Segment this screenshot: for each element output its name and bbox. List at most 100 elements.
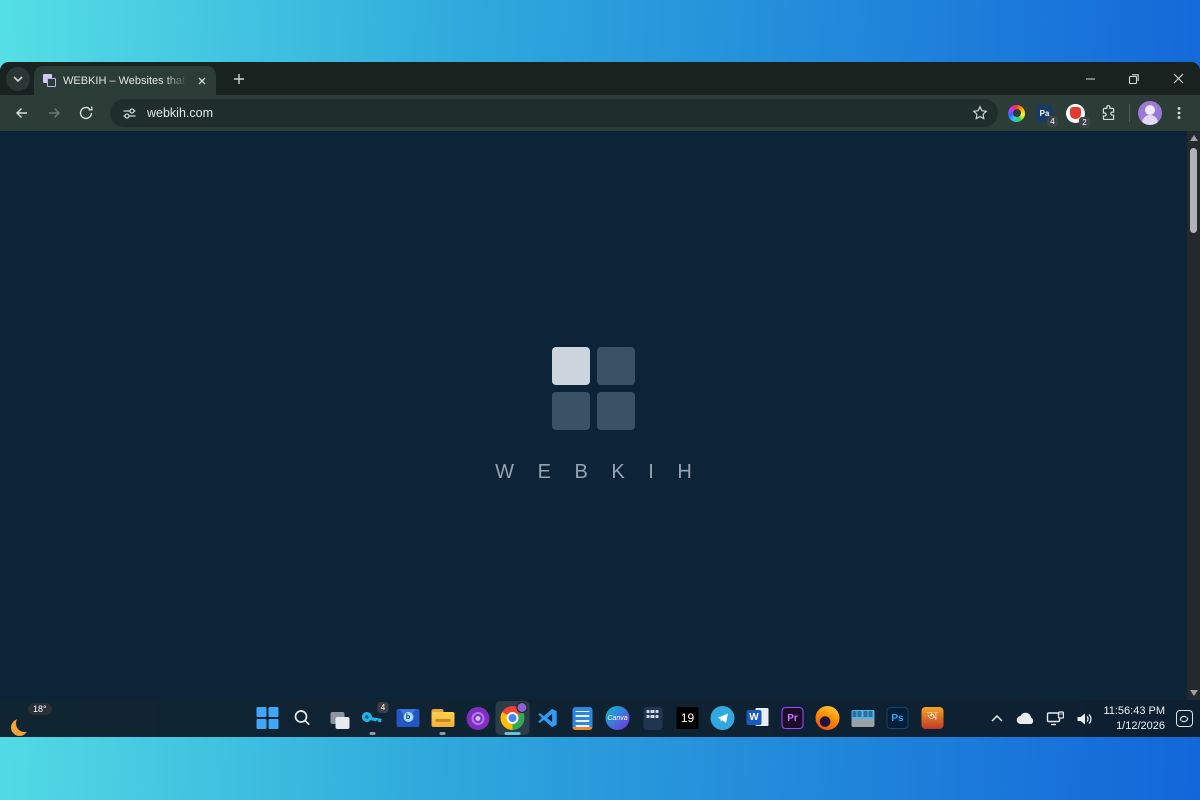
photoshop-icon: Ps — [887, 707, 909, 729]
network-tray-icon[interactable] — [1045, 707, 1065, 731]
taskbar-calendar-app[interactable]: 19 — [671, 701, 705, 735]
taskbar-search-button[interactable] — [286, 701, 320, 735]
back-button[interactable] — [8, 99, 36, 127]
onedrive-tray-icon[interactable] — [1016, 707, 1036, 731]
toolbar-divider — [1129, 104, 1130, 122]
calendar-date-icon: 19 — [677, 707, 699, 729]
taskbar-tor-browser[interactable] — [461, 701, 495, 735]
restore-button[interactable] — [1112, 62, 1156, 95]
bookmark-star-icon[interactable] — [972, 105, 988, 121]
taskbar-canva[interactable]: Canva — [601, 701, 635, 735]
extension-shield[interactable]: 2 — [1066, 104, 1085, 123]
shield-extension-badge: 2 — [1079, 117, 1090, 128]
reload-icon — [78, 105, 94, 121]
close-window-button[interactable] — [1156, 62, 1200, 95]
ime-language-tray-icon[interactable] — [1174, 707, 1194, 731]
new-tab-button[interactable] — [226, 66, 252, 92]
taskbar-chrome[interactable] — [496, 701, 530, 735]
weather-widget[interactable]: 18° — [10, 703, 56, 735]
temperature-badge: 18° — [28, 703, 52, 715]
webkih-wordmark: W E B K I H — [486, 461, 701, 484]
running-indicator — [370, 732, 376, 735]
extension-pa[interactable]: Pa 4 — [1036, 105, 1053, 122]
cloud-icon — [1016, 712, 1036, 725]
menu-button[interactable] — [1166, 100, 1192, 126]
forward-arrow-icon — [46, 105, 62, 121]
key-app-badge: 4 — [378, 702, 389, 713]
tab-strip: WEBKIH – Websites that conver — [0, 62, 1200, 95]
tor-onion-icon — [466, 707, 489, 730]
tab-search-button[interactable] — [6, 67, 30, 91]
close-icon — [198, 77, 206, 85]
taskbar-start-button[interactable] — [251, 701, 285, 735]
word-icon: W — [747, 707, 769, 729]
premiere-icon: Pr — [782, 707, 804, 729]
tab-favicon-icon — [43, 74, 56, 87]
taskbar-keyboard-app[interactable] — [846, 701, 880, 735]
minimize-icon — [1085, 73, 1096, 84]
folder-icon — [431, 709, 454, 727]
vscode-icon — [537, 707, 559, 729]
scrollbar-up-button[interactable] — [1187, 131, 1200, 145]
scroll-down-icon — [1190, 690, 1198, 696]
taskbar-mail-app[interactable]: b — [391, 701, 425, 735]
address-bar[interactable]: webkih.com — [110, 99, 998, 127]
browser-window: WEBKIH – Websites that conver — [0, 62, 1200, 700]
taskbar-notepad[interactable] — [566, 701, 600, 735]
minimize-button[interactable] — [1068, 62, 1112, 95]
plus-icon — [233, 73, 245, 85]
task-view-icon — [324, 704, 352, 732]
logo-square-2 — [597, 347, 635, 385]
taskbar-file-explorer[interactable] — [426, 701, 460, 735]
page-content: W E B K I H — [0, 131, 1200, 700]
taskbar-photoshop[interactable]: Ps — [881, 701, 915, 735]
extension-color-wheel[interactable] — [1008, 105, 1025, 122]
ime-icon — [1176, 710, 1193, 727]
site-settings-icon[interactable] — [122, 106, 137, 121]
scrollbar-thumb[interactable] — [1190, 148, 1197, 233]
browser-toolbar: webkih.com Pa 4 2 — [0, 95, 1200, 131]
extensions-button[interactable] — [1095, 100, 1121, 126]
active-running-indicator — [505, 732, 521, 735]
avro-icon: অ — [922, 707, 944, 729]
taskbar-app-icons: 4 b Canva 19 — [251, 701, 950, 735]
back-arrow-icon — [14, 105, 30, 121]
telegram-icon — [711, 706, 735, 730]
tray-overflow-button[interactable] — [987, 707, 1007, 731]
notepad-icon — [573, 707, 593, 730]
taskbar-vscode[interactable] — [531, 701, 565, 735]
taskbar-firefox[interactable] — [811, 701, 845, 735]
window-controls — [1068, 62, 1200, 95]
scrollbar-track[interactable] — [1187, 145, 1200, 686]
close-icon — [1173, 73, 1184, 84]
tab-close-button[interactable] — [194, 73, 210, 89]
pa-extension-badge: 4 — [1047, 116, 1058, 127]
chevron-down-icon — [13, 76, 23, 82]
taskbar-premiere-pro[interactable]: Pr — [776, 701, 810, 735]
color-wheel-icon — [1008, 105, 1025, 122]
volume-tray-icon[interactable] — [1074, 707, 1094, 731]
profile-avatar[interactable] — [1138, 101, 1162, 125]
taskbar-telegram[interactable] — [706, 701, 740, 735]
avatar-icon — [1138, 101, 1162, 125]
tray-clock[interactable]: 11:56:43 PM 1/12/2026 — [1103, 704, 1165, 733]
search-icon — [293, 708, 313, 728]
taskbar-word[interactable]: W — [741, 701, 775, 735]
tray-time: 11:56:43 PM — [1103, 704, 1165, 718]
page-scrollbar[interactable] — [1187, 131, 1200, 700]
browser-tab[interactable]: WEBKIH – Websites that conver — [34, 66, 216, 95]
url-text[interactable]: webkih.com — [147, 106, 962, 120]
speaker-icon — [1076, 712, 1093, 726]
taskbar-calculator[interactable] — [636, 701, 670, 735]
puzzle-icon — [1100, 105, 1117, 122]
taskbar-task-view-button[interactable] — [321, 701, 355, 735]
scrollbar-down-button[interactable] — [1187, 686, 1200, 700]
reload-button[interactable] — [72, 99, 100, 127]
windows-logo-icon — [257, 707, 279, 729]
logo-square-4 — [597, 392, 635, 430]
taskbar-key-app[interactable]: 4 — [356, 701, 390, 735]
webkih-logo — [552, 347, 635, 430]
restore-icon — [1128, 73, 1140, 85]
taskbar-avro-keyboard[interactable]: অ — [916, 701, 950, 735]
forward-button[interactable] — [40, 99, 68, 127]
